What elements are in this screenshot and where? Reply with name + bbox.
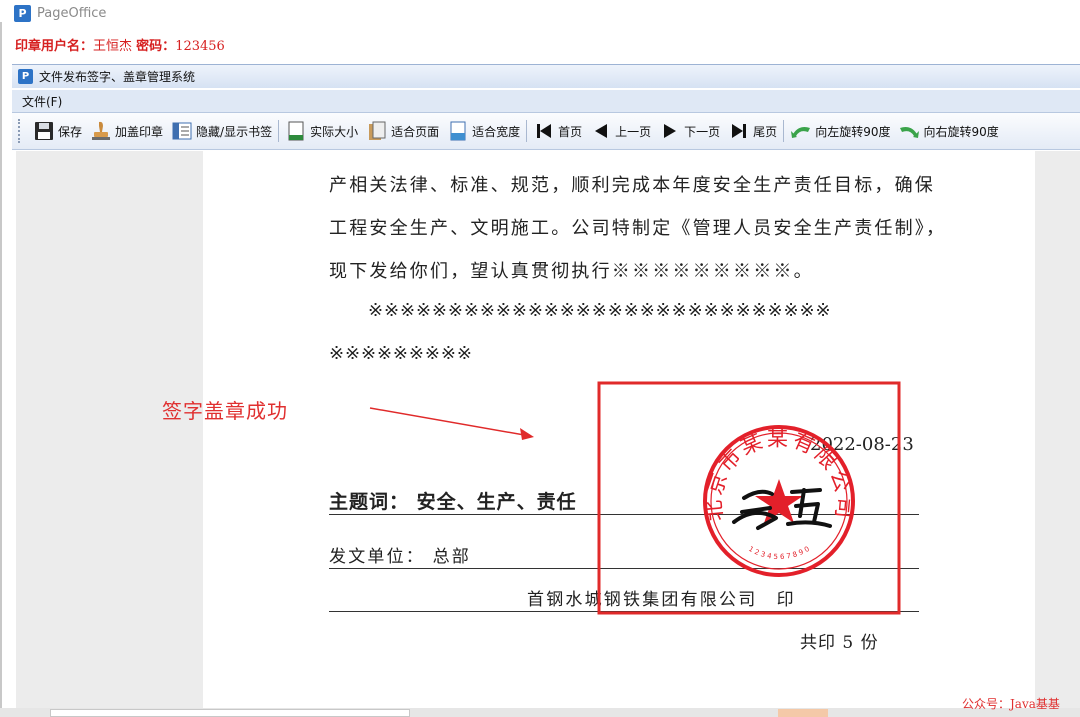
app-title-bar: P PageOffice <box>0 0 1080 26</box>
annotation-overlay <box>369 381 901 615</box>
doc-paragraph-line: ※※※※※※※※※ <box>329 343 473 364</box>
seal-user-label: 印章用户名： <box>15 39 94 54</box>
fit-width-button[interactable]: 适合宽度 <box>443 118 524 144</box>
rotate-left-button[interactable]: 向左旋转90度 <box>786 118 894 144</box>
doc-paragraph-line: 现下发给你们，望认真贯彻执行※※※※※※※※※。 <box>329 261 814 282</box>
watermark-text: 公众号：Java基基 <box>962 697 1060 711</box>
seal-credentials: 印章用户名：王恒杰 密码：123456 <box>15 35 225 54</box>
window-title: 文件发布签字、盖章管理系统 <box>39 70 196 84</box>
menu-bar: 文件(F) <box>12 90 1080 112</box>
rotate-right-button[interactable]: 向右旋转90度 <box>894 118 1002 144</box>
bottom-input-field[interactable] <box>50 709 410 717</box>
prev-page-button[interactable]: 上一页 <box>586 118 655 144</box>
seal-password-label: 密码： <box>136 39 176 54</box>
annotation-arrow-head-icon <box>520 428 534 440</box>
bookmark-panel-icon <box>171 120 193 142</box>
actual-size-button[interactable]: 实际大小 <box>281 118 362 144</box>
save-label: 保存 <box>58 124 83 139</box>
menu-file[interactable]: 文件(F) <box>22 93 62 110</box>
copies-count: 共印 5 份 <box>800 633 879 653</box>
rotate-right-icon <box>898 120 920 142</box>
arrow-left-icon <box>590 120 612 142</box>
rotate-left-label: 向左旋转90度 <box>815 124 891 139</box>
seal-user-value: 王恒杰 <box>93 39 133 54</box>
add-seal-label: 加盖印章 <box>115 124 164 139</box>
fit-page-icon <box>366 120 388 142</box>
bottom-button[interactable] <box>778 709 828 717</box>
fit-width-icon <box>447 120 469 142</box>
page-actual-size-icon <box>285 120 307 142</box>
last-page-button[interactable]: 尾页 <box>724 118 781 144</box>
annotation-arrow-line <box>369 407 531 437</box>
seal-password-value: 123456 <box>175 39 225 54</box>
fit-page-label: 适合页面 <box>391 124 440 139</box>
annotation-label: 签字盖章成功 <box>162 399 288 423</box>
next-page-label: 下一页 <box>684 124 721 139</box>
toolbar-grip[interactable] <box>18 119 21 143</box>
toolbar: 保存 加盖印章 隐藏/显示书签 实际大小 适合页面 适合宽度 首页 上一页 下一… <box>12 112 1080 150</box>
first-page-label: 首页 <box>558 124 583 139</box>
stamp-icon <box>90 120 112 142</box>
annotation-frame <box>597 381 901 615</box>
window-title-bar: P 文件发布签字、盖章管理系统 <box>12 64 1080 88</box>
rotate-left-icon <box>790 120 812 142</box>
last-page-icon <box>728 120 750 142</box>
add-seal-button[interactable]: 加盖印章 <box>86 118 167 144</box>
doc-paragraph-line: ※※※※※※※※※※※※※※※※※※※※※※※※※※※※※ <box>368 300 832 321</box>
window-logo-icon: P <box>18 69 33 84</box>
toolbar-separator <box>783 120 785 142</box>
last-page-label: 尾页 <box>753 124 778 139</box>
next-page-button[interactable]: 下一页 <box>655 118 724 144</box>
app-name: PageOffice <box>37 5 107 21</box>
prev-page-label: 上一页 <box>615 124 652 139</box>
toggle-bookmarks-label: 隐藏/显示书签 <box>196 124 273 139</box>
actual-size-label: 实际大小 <box>310 124 359 139</box>
first-page-icon <box>533 120 555 142</box>
doc-paragraph-line: 工程安全生产、文明施工。公司特制定《管理人员安全生产责任制》， <box>329 218 947 239</box>
rotate-right-label: 向右旋转90度 <box>923 124 999 139</box>
doc-paragraph-line: 产相关法律、标准、规范，顺利完成本年度安全生产责任目标，确保 <box>329 175 935 196</box>
fit-page-button[interactable]: 适合页面 <box>362 118 443 144</box>
left-edge-divider <box>0 22 2 717</box>
toolbar-separator <box>278 120 280 142</box>
first-page-button[interactable]: 首页 <box>529 118 586 144</box>
arrow-right-icon <box>659 120 681 142</box>
fit-width-label: 适合宽度 <box>472 124 521 139</box>
toggle-bookmarks-button[interactable]: 隐藏/显示书签 <box>167 118 276 144</box>
toolbar-separator <box>526 120 528 142</box>
save-button[interactable]: 保存 <box>29 118 86 144</box>
pageoffice-logo-icon: P <box>14 4 31 22</box>
floppy-disk-icon <box>33 120 55 142</box>
